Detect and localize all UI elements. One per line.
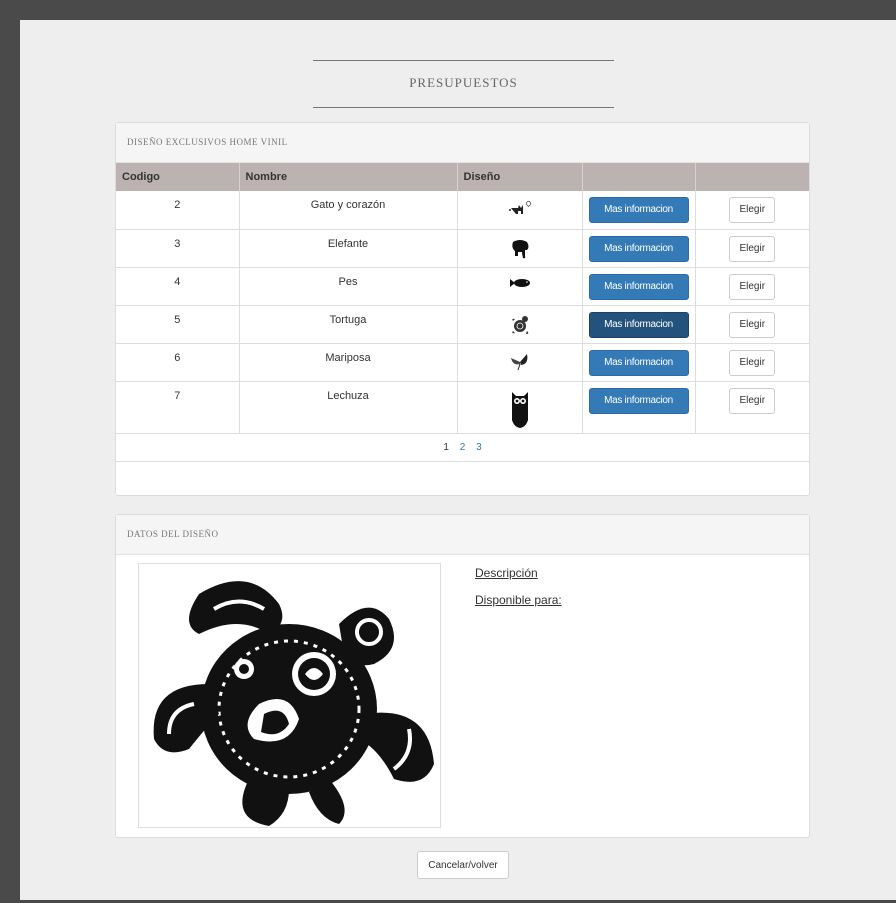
column-header-nombre: Nombre	[239, 163, 458, 191]
table-header-row: Codigo Nombre Diseño	[116, 163, 809, 191]
page-background: PRESUPUESTOS DISEÑO EXCLUSIVOS HOME VINI…	[20, 20, 896, 900]
cell-nombre: Pes	[239, 267, 458, 306]
cell-nombre: Lechuza	[239, 381, 458, 434]
table-row: 3 Elefante Mas informacion Elegir	[116, 229, 809, 268]
choose-button[interactable]: Elegir	[729, 197, 776, 223]
table-row: 6 Mariposa Mas informacion Elegir	[116, 343, 809, 382]
choose-button[interactable]: Elegir	[729, 387, 776, 414]
available-for-link[interactable]: Disponible para:	[475, 593, 562, 607]
cat-heart-icon	[508, 200, 531, 214]
more-info-button[interactable]: Mas informacion	[588, 197, 689, 223]
page-link-2[interactable]: 2	[460, 442, 466, 453]
cell-codigo: 5	[116, 305, 240, 344]
page-link-1[interactable]: 1	[443, 442, 449, 453]
choose-button[interactable]: Elegir	[729, 349, 776, 376]
cell-codigo: 2	[116, 191, 240, 230]
table-row: 4 Pes Mas informacion Elegir	[116, 267, 809, 306]
details-panel: DATOS DEL DISEÑO Descripción Disponible …	[115, 514, 810, 838]
cell-codigo: 7	[116, 381, 240, 434]
cell-codigo: 4	[116, 267, 240, 306]
catalog-panel: DISEÑO EXCLUSIVOS HOME VINIL Codigo Nomb…	[115, 122, 810, 496]
turtle-tribal-image	[138, 563, 441, 828]
column-header-choose	[695, 163, 809, 191]
table-row: 7 Lechuza Mas informacion Elegir	[116, 381, 809, 434]
table-row: 5 Tortuga Mas informacion Elegir	[116, 305, 809, 344]
page-title-block: PRESUPUESTOS	[313, 60, 614, 108]
more-info-button[interactable]: Mas informacion	[588, 311, 689, 338]
column-header-info	[582, 163, 696, 191]
butterfly-icon	[510, 353, 527, 370]
choose-button[interactable]: Elegir	[729, 235, 776, 262]
cell-nombre: Gato y corazón	[239, 191, 458, 230]
cell-codigo: 3	[116, 229, 240, 268]
more-info-button[interactable]: Mas informacion	[588, 235, 689, 262]
cell-nombre: Mariposa	[239, 343, 458, 382]
page-link-3[interactable]: 3	[476, 442, 482, 453]
fish-icon	[509, 278, 530, 287]
cell-codigo: 6	[116, 343, 240, 382]
choose-button[interactable]: Elegir	[729, 273, 776, 300]
choose-button[interactable]: Elegir	[729, 311, 776, 338]
description-link[interactable]: Descripción	[475, 566, 538, 580]
elephant-icon	[511, 239, 528, 258]
more-info-button[interactable]: Mas informacion	[588, 349, 689, 376]
column-header-diseno: Diseño	[457, 163, 583, 191]
more-info-button[interactable]: Mas informacion	[588, 387, 689, 414]
catalog-table: Codigo Nombre Diseño 2 Gato y corazón Ma…	[116, 163, 809, 434]
cell-nombre: Tortuga	[239, 305, 458, 344]
catalog-heading: DISEÑO EXCLUSIVOS HOME VINIL	[116, 123, 809, 163]
column-header-codigo: Codigo	[116, 163, 240, 191]
table-row: 2 Gato y corazón Mas informacion Elegir	[116, 191, 809, 230]
details-heading: DATOS DEL DISEÑO	[116, 515, 809, 555]
cancel-back-button[interactable]: Cancelar/volver	[417, 851, 509, 879]
turtle-icon	[511, 315, 528, 334]
more-info-button[interactable]: Mas informacion	[588, 273, 689, 300]
pagination: 1 2 3	[116, 434, 809, 462]
cell-nombre: Elefante	[239, 229, 458, 268]
owl-icon	[511, 391, 528, 428]
page-title: PRESUPUESTOS	[409, 75, 518, 90]
